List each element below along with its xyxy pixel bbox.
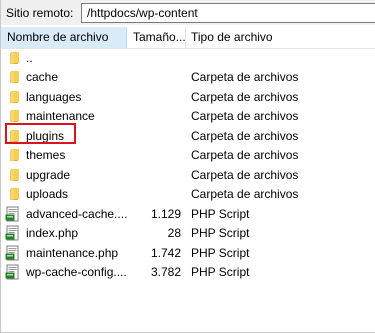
file-name-cell: index.php: [5, 224, 78, 243]
file-name: maintenance.php: [26, 245, 119, 260]
file-size: 1.129: [150, 206, 181, 221]
file-row[interactable]: languages Carpeta de archivos: [1, 87, 375, 107]
php-script-icon: [5, 225, 21, 241]
file-name: maintenance: [26, 109, 95, 124]
folder-icon: [5, 128, 21, 144]
file-type: PHP Script: [191, 265, 250, 280]
file-name: ..: [26, 50, 33, 65]
file-name: upgrade: [26, 167, 71, 182]
php-script-icon: [5, 245, 21, 261]
remote-file-panel: Sitio remoto: Nombre de archivo Tamaño..…: [0, 0, 375, 333]
folder-icon: [5, 89, 21, 105]
file-row[interactable]: index.php 28 PHP Script: [1, 224, 375, 244]
file-name-cell: cache: [5, 68, 58, 87]
file-type: PHP Script: [191, 245, 250, 260]
file-row[interactable]: maintenance Carpeta de archivos: [1, 107, 375, 127]
file-name-cell: upgrade: [5, 165, 70, 184]
remote-site-bar: Sitio remoto:: [1, 0, 375, 25]
php-script-icon: [5, 206, 21, 222]
folder-icon: [5, 186, 21, 202]
column-header-size[interactable]: Tamaño...: [127, 27, 186, 48]
file-size: 28: [167, 226, 181, 241]
file-type: Carpeta de archivos: [191, 70, 299, 85]
folder-icon: [5, 108, 21, 124]
file-type: PHP Script: [191, 226, 250, 241]
column-header-name[interactable]: Nombre de archivo: [1, 27, 127, 48]
file-type: Carpeta de archivos: [191, 89, 299, 104]
file-name: index.php: [26, 226, 79, 241]
folder-icon: [5, 147, 21, 163]
file-row[interactable]: maintenance.php 1.742 PHP Script: [1, 243, 375, 263]
file-row[interactable]: themes Carpeta de archivos: [1, 146, 375, 166]
folder-icon: [5, 167, 21, 183]
file-row[interactable]: uploads Carpeta de archivos: [1, 185, 375, 205]
file-type: Carpeta de archivos: [191, 167, 299, 182]
file-name-cell: wp-cache-config....: [5, 263, 127, 282]
file-name-cell: maintenance.php: [5, 243, 118, 262]
file-size: 1.742: [150, 245, 181, 260]
file-name-cell: themes: [5, 146, 65, 165]
file-name-cell: advanced-cache....: [5, 204, 127, 223]
php-script-icon: [5, 264, 21, 280]
file-row[interactable]: plugins Carpeta de archivos: [1, 126, 375, 146]
file-name-cell: uploads: [5, 185, 68, 204]
file-name: themes: [26, 148, 66, 163]
file-list: .. cache Carpeta de archivos languages Carpe…: [1, 48, 375, 282]
file-name-cell: ..: [5, 48, 33, 67]
folder-icon: [5, 50, 21, 66]
file-type: PHP Script: [191, 206, 250, 221]
file-name: uploads: [26, 187, 69, 202]
file-row[interactable]: advanced-cache.... 1.129 PHP Script: [1, 204, 375, 224]
file-size: 3.782: [150, 265, 181, 280]
file-row[interactable]: wp-cache-config.... 3.782 PHP Script: [1, 263, 375, 283]
file-row[interactable]: upgrade Carpeta de archivos: [1, 165, 375, 185]
remote-path-input[interactable]: [81, 3, 375, 23]
file-row[interactable]: ..: [1, 48, 375, 68]
file-type: Carpeta de archivos: [191, 109, 299, 124]
file-name-cell: plugins: [5, 126, 64, 145]
file-name: wp-cache-config....: [26, 265, 127, 280]
file-name-cell: maintenance: [5, 107, 95, 126]
file-type: Carpeta de archivos: [191, 148, 299, 163]
file-type: Carpeta de archivos: [191, 187, 299, 202]
file-name: plugins: [26, 128, 65, 143]
file-type: Carpeta de archivos: [191, 128, 299, 143]
file-row[interactable]: cache Carpeta de archivos: [1, 68, 375, 88]
file-list-header: Nombre de archivo Tamaño... Tipo de arch…: [1, 27, 375, 49]
file-name: languages: [26, 89, 82, 104]
file-name: advanced-cache....: [26, 206, 128, 221]
column-header-type[interactable]: Tipo de archivo: [186, 27, 375, 48]
remote-site-label: Sitio remoto:: [6, 5, 74, 20]
folder-icon: [5, 69, 21, 85]
file-name-cell: languages: [5, 87, 81, 106]
file-name: cache: [26, 70, 59, 85]
